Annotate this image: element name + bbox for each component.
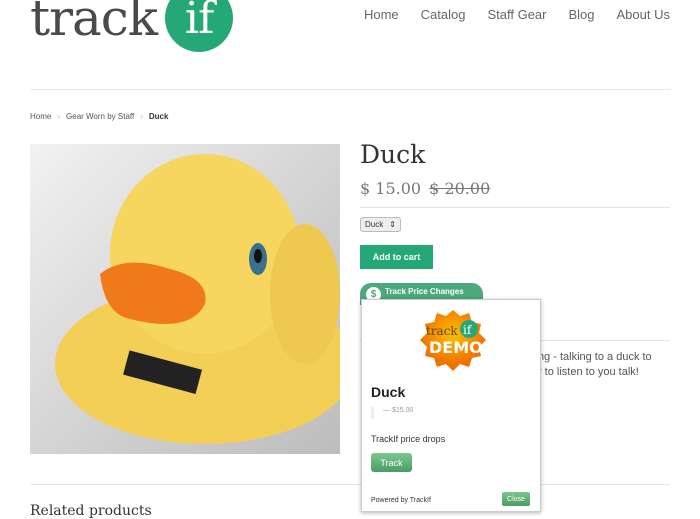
nav-catalog[interactable]: Catalog (421, 7, 466, 22)
breadcrumb-category[interactable]: Gear Worn by Staff (66, 112, 134, 121)
powered-by[interactable]: Powered by TrackIf (371, 497, 431, 504)
popup-price: — $15.00 (371, 407, 413, 419)
sale-price: $ 15.00 (360, 179, 422, 198)
product-image[interactable] (30, 144, 355, 454)
logo-badge: if (165, 0, 234, 52)
product-price: $ 15.00 $ 20.00 (360, 179, 490, 198)
trackif-popup: track if DEMO Duck — $15.00 TrackIf pric… (361, 299, 541, 512)
popup-label: TrackIf price drops (371, 434, 446, 444)
breadcrumb-home[interactable]: Home (30, 112, 51, 121)
logo[interactable]: track if (30, 0, 234, 52)
divider (30, 484, 670, 485)
product-description: king - talking to a duck to dy to listen … (530, 351, 652, 378)
original-price: $ 20.00 (429, 179, 491, 198)
popup-title: Duck (371, 384, 406, 400)
variant-value: Duck (365, 220, 384, 229)
select-arrows-icon: ⇕ (389, 220, 396, 229)
nav-about-us[interactable]: About Us (617, 7, 670, 22)
related-products-heading: Related products (30, 503, 152, 519)
svg-text:DEMO: DEMO (429, 338, 483, 357)
trackif-demo-badge: track if DEMO (420, 310, 486, 371)
add-to-cart-button[interactable]: Add to cart (360, 245, 433, 269)
divider (30, 89, 670, 90)
track-label: Track Price Changes (385, 287, 464, 296)
svg-text:track: track (426, 324, 458, 338)
track-button[interactable]: Track (371, 453, 412, 472)
divider (360, 207, 670, 208)
variant-select[interactable]: Duck ⇕ (360, 217, 401, 232)
nav-home[interactable]: Home (364, 7, 399, 22)
main-nav: Home Catalog Staff Gear Blog About Us (364, 7, 670, 22)
nav-blog[interactable]: Blog (568, 7, 594, 22)
breadcrumb: Home › Gear Worn by Staff › Duck (30, 112, 169, 121)
close-button[interactable]: Close (502, 492, 530, 506)
duck-illustration (55, 154, 355, 444)
breadcrumb-current: Duck (148, 112, 169, 121)
product-title: Duck (360, 140, 426, 169)
nav-staff-gear[interactable]: Staff Gear (487, 7, 546, 22)
logo-text: track (30, 0, 158, 47)
